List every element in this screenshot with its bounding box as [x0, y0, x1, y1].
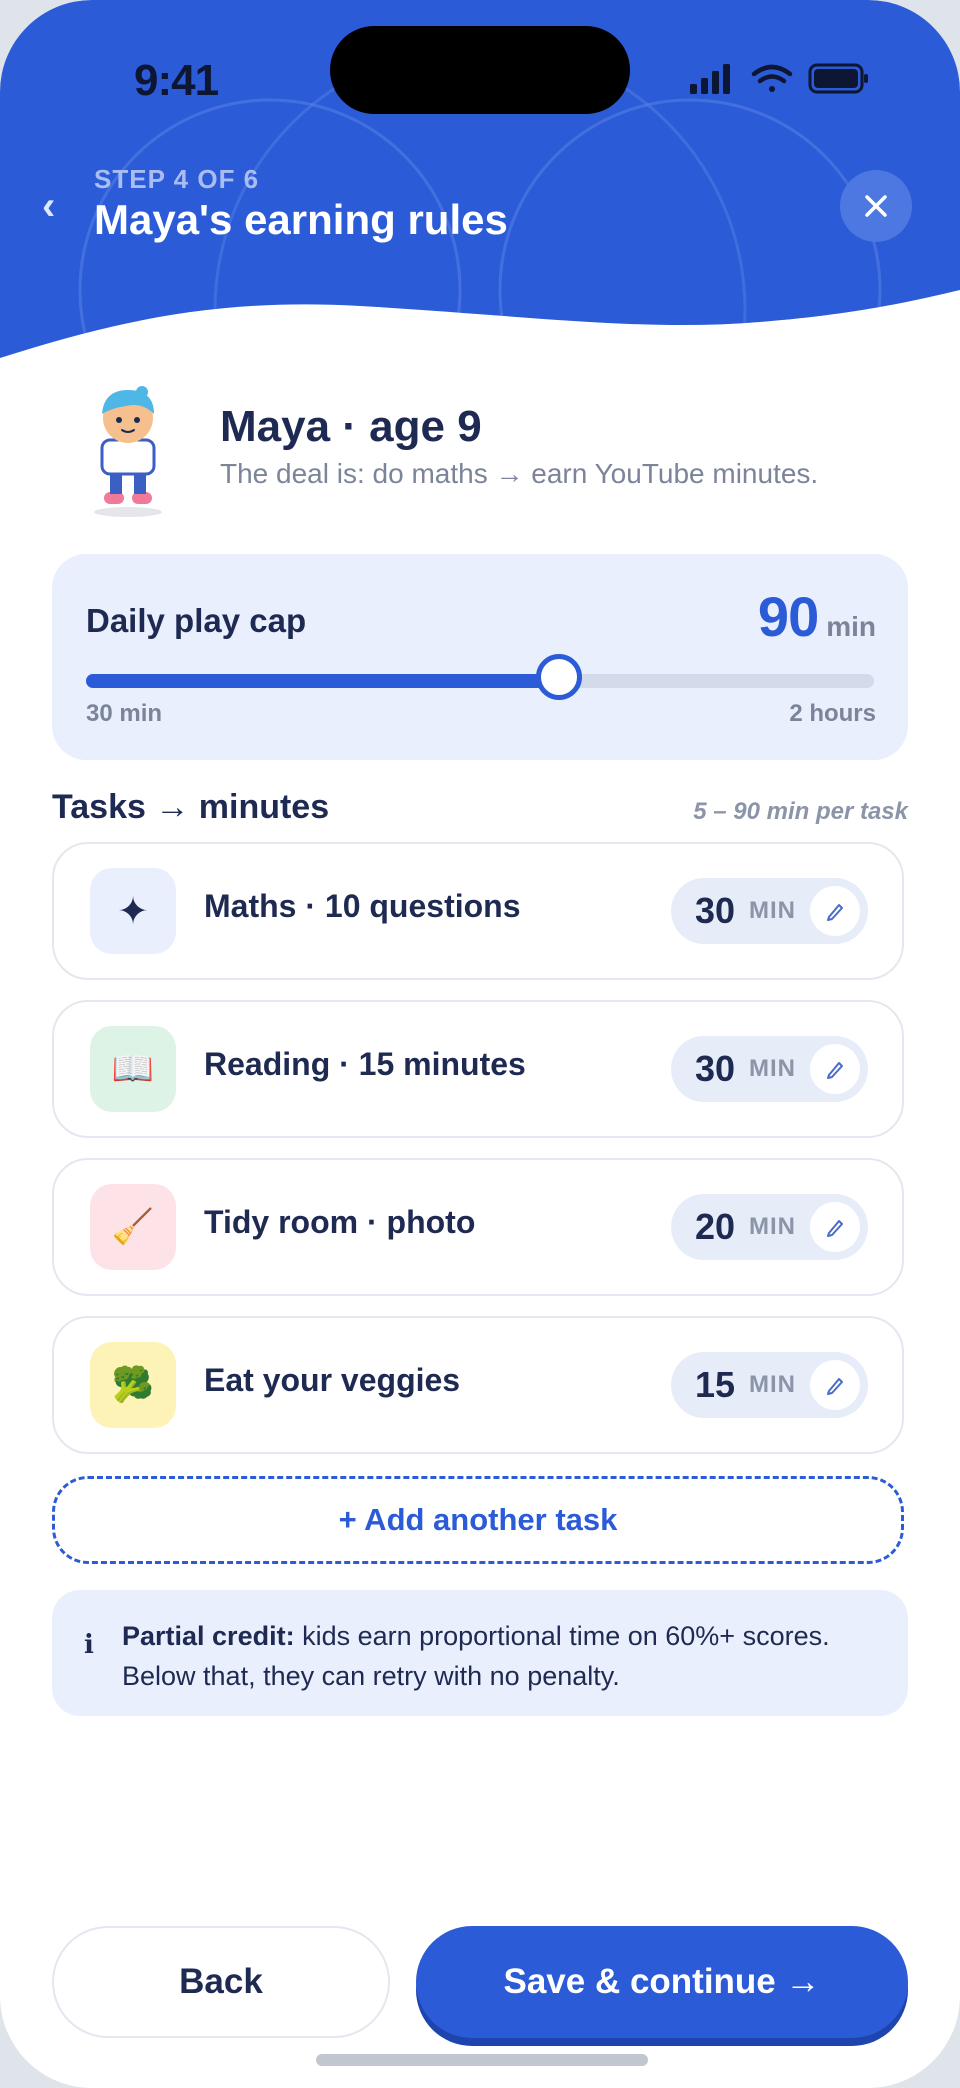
- add-task-button[interactable]: + Add another task: [52, 1476, 904, 1564]
- daily-cap-value: 90: [757, 585, 819, 648]
- edit-minutes-button[interactable]: [810, 1202, 860, 1252]
- header: 9:41 ‹ STEP 4 OF 6 Maya's earning rules: [0, 0, 960, 362]
- slider-thumb[interactable]: [535, 654, 582, 700]
- task-row[interactable]: 📖 Reading · 15 minutes 30 MIN: [52, 1000, 904, 1138]
- close-icon: [865, 195, 887, 217]
- task-minutes-pill[interactable]: 20 MIN: [670, 1194, 868, 1260]
- status-icons: [690, 63, 868, 94]
- pencil-icon: [827, 1062, 843, 1079]
- edit-minutes-button[interactable]: [810, 1360, 860, 1410]
- task-minutes-unit: MIN: [749, 897, 796, 924]
- dynamic-island: [330, 26, 630, 114]
- pencil-icon: [827, 1220, 843, 1237]
- home-indicator: [316, 2054, 648, 2066]
- slider-fill: [86, 674, 559, 688]
- daily-cap-slider[interactable]: [86, 654, 874, 700]
- task-label: Reading · 15 minutes: [204, 1046, 526, 1082]
- task-label: Eat your veggies: [204, 1362, 461, 1398]
- daily-cap-unit: min: [826, 611, 876, 642]
- header-wave: [0, 290, 960, 362]
- slider-max-label: 2 hours: [789, 700, 876, 727]
- book-icon: 📖: [90, 1026, 176, 1112]
- edit-minutes-button[interactable]: [810, 886, 860, 936]
- sparkle-icon: ✦: [90, 868, 176, 954]
- task-minutes: 30: [694, 1048, 735, 1089]
- tasks-heading: Tasks → minutes: [52, 788, 330, 826]
- save-continue-button[interactable]: Save & continue →: [416, 1926, 908, 2038]
- battery-icon: [808, 63, 868, 94]
- task-minutes-unit: MIN: [749, 1055, 796, 1082]
- task-minutes: 30: [694, 890, 735, 931]
- edit-minutes-button[interactable]: [810, 1044, 860, 1094]
- back-button[interactable]: Back: [52, 1926, 390, 2038]
- info-icon: i: [84, 1630, 94, 1660]
- note-text: Partial credit: kids earn proportional t…: [122, 1616, 882, 1696]
- task-minutes-pill[interactable]: 15 MIN: [670, 1352, 868, 1418]
- child-name: Maya · age 9: [220, 402, 482, 451]
- step-indicator: STEP 4 OF 6: [94, 164, 260, 194]
- task-label: Maths · 10 questions: [204, 888, 521, 924]
- status-time: 9:41: [134, 56, 219, 105]
- pencil-icon: [827, 904, 843, 921]
- task-minutes: 20: [694, 1206, 735, 1247]
- daily-cap-label: Daily play cap: [86, 602, 307, 639]
- task-minutes: 15: [694, 1364, 735, 1405]
- partial-credit-note: i Partial credit: kids earn proportional…: [52, 1590, 908, 1716]
- broccoli-icon: 🥦: [90, 1342, 176, 1428]
- back-chevron-icon[interactable]: ‹: [42, 186, 72, 226]
- wifi-icon: [751, 64, 793, 92]
- signal-icon: [690, 64, 730, 94]
- phone-screen: 9:41 ‹ STEP 4 OF 6 Maya's earning rules: [0, 0, 960, 2088]
- daily-cap-readout: 90 min: [758, 584, 876, 649]
- slider-min-label: 30 min: [86, 700, 163, 727]
- task-minutes-unit: MIN: [749, 1213, 796, 1240]
- close-button[interactable]: [840, 170, 912, 242]
- broom-icon: 🧹: [90, 1184, 176, 1270]
- task-row[interactable]: 🧹 Tidy room · photo 20 MIN: [52, 1158, 904, 1296]
- task-row[interactable]: 🥦 Eat your veggies 15 MIN: [52, 1316, 904, 1454]
- pencil-icon: [827, 1378, 843, 1395]
- avatar: [94, 386, 162, 517]
- page-title: Maya's earning rules: [94, 196, 508, 243]
- task-row[interactable]: ✦ Maths · 10 questions 30 MIN: [52, 842, 904, 980]
- daily-cap-card: Daily play cap 90 min 30 min 2 hours: [52, 554, 908, 760]
- tasks-hint: 5 – 90 min per task: [693, 798, 908, 825]
- task-minutes-pill[interactable]: 30 MIN: [670, 878, 868, 944]
- task-label: Tidy room · photo: [204, 1204, 476, 1240]
- task-minutes-pill[interactable]: 30 MIN: [670, 1036, 868, 1102]
- deal-description: The deal is: do maths → earn YouTube min…: [220, 458, 819, 489]
- task-minutes-unit: MIN: [749, 1371, 796, 1398]
- note-strong: Partial credit:: [122, 1621, 295, 1651]
